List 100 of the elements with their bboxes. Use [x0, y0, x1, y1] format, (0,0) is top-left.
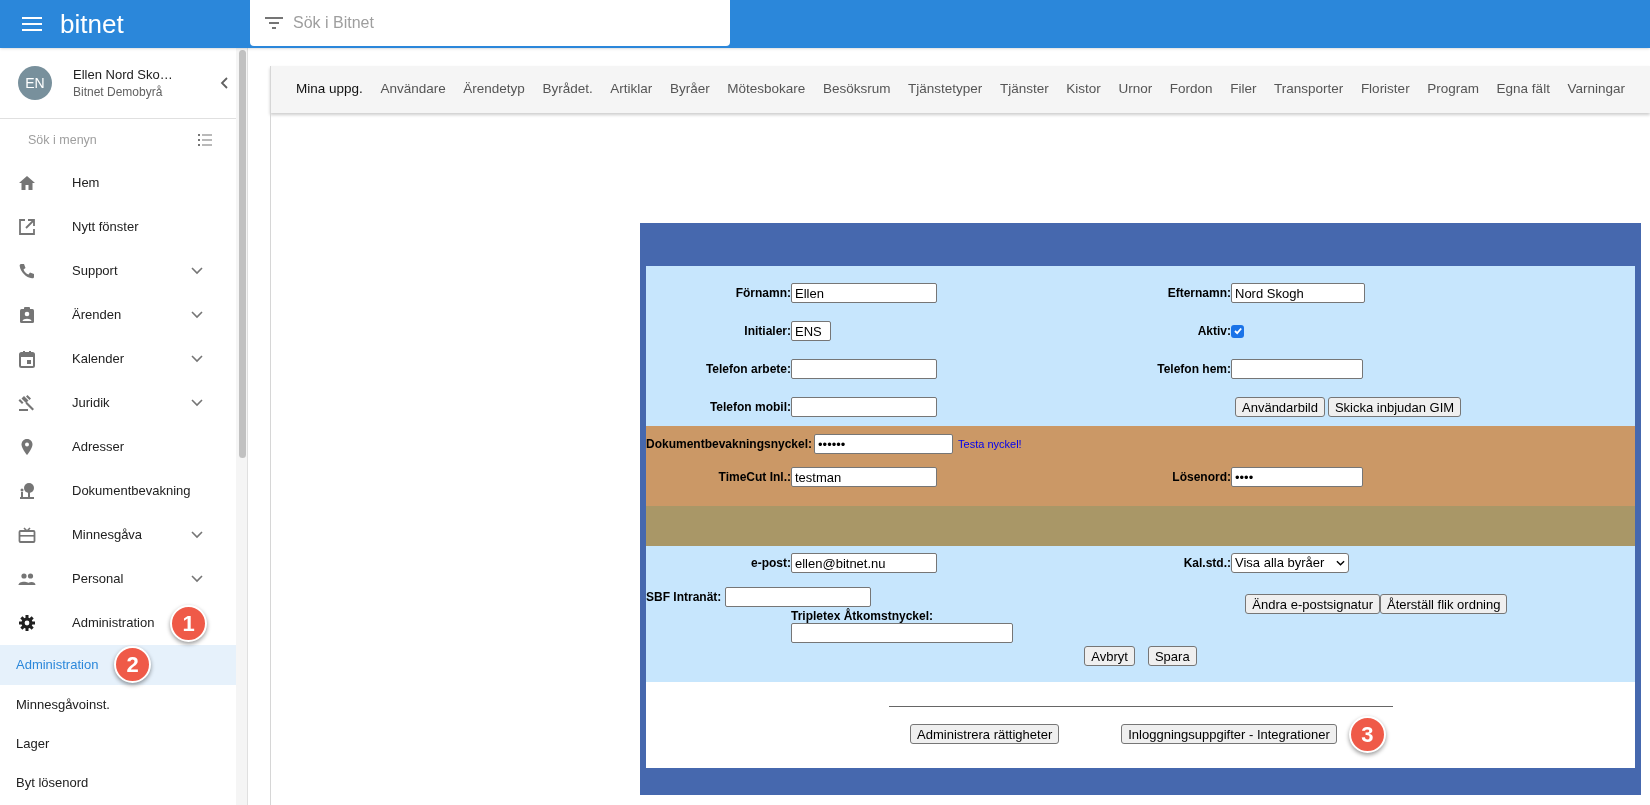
- callout-badge: 3: [1348, 716, 1386, 753]
- search-field[interactable]: Sök i Bitnet: [250, 0, 730, 46]
- form-button[interactable]: Användarbild: [1235, 397, 1325, 417]
- clipboard-person-icon: [18, 306, 36, 324]
- field-label: TimeCut Inl.:: [717, 469, 791, 486]
- calendar-icon: [18, 350, 36, 368]
- menu-item[interactable]: Support: [0, 249, 236, 293]
- tab[interactable]: Ärendetyp: [463, 79, 525, 100]
- text-field[interactable]: Nord Skogh: [1231, 283, 1365, 303]
- test-key-link[interactable]: Testa nyckel!: [958, 435, 1022, 453]
- tab[interactable]: Filer: [1230, 79, 1257, 100]
- text-field[interactable]: [725, 587, 872, 607]
- tree-icon: [18, 482, 36, 500]
- tab[interactable]: Transporter: [1274, 79, 1344, 100]
- gavel-icon: [18, 394, 36, 412]
- field-label: Förnamn:: [734, 285, 791, 302]
- field-label: Telefon mobil:: [708, 399, 791, 416]
- tab[interactable]: Varningar: [1567, 79, 1626, 100]
- form-button[interactable]: Ändra e-postsignatur: [1245, 594, 1381, 614]
- field-label: Aktiv:: [1196, 323, 1231, 340]
- menu-item[interactable]: Hem: [0, 161, 236, 205]
- field-label: Telefon hem:: [1156, 361, 1231, 378]
- menu-item[interactable]: Kalender: [0, 337, 236, 381]
- tab[interactable]: Byrådet.: [542, 79, 593, 100]
- field-label: Initialer:: [743, 323, 791, 340]
- callout-badge: 1: [170, 605, 207, 642]
- tab[interactable]: Urnor: [1118, 79, 1153, 100]
- callout-badge: 2: [114, 646, 151, 683]
- form-button[interactable]: Inloggningsuppgifter - Integrationer: [1121, 724, 1337, 744]
- menu-item[interactable]: Minnesgåva: [0, 513, 236, 557]
- home-icon: [18, 174, 36, 192]
- external-link-icon: [18, 218, 36, 236]
- chevron-down-icon[interactable]: [191, 531, 203, 539]
- phone-icon: [18, 262, 36, 280]
- tab[interactable]: Artiklar: [610, 79, 653, 100]
- form-button[interactable]: Administrera rättigheter: [910, 724, 1060, 744]
- password-field[interactable]: ••••: [1231, 467, 1363, 487]
- menu-search-field[interactable]: Sök i menyn: [28, 130, 168, 150]
- field-label: Kal.std.:: [1182, 555, 1231, 572]
- chevron-down-icon[interactable]: [191, 311, 203, 319]
- form-button[interactable]: Avbryt: [1084, 646, 1135, 666]
- field-label: e-post:: [750, 555, 791, 572]
- people-icon: [18, 570, 36, 588]
- text-field[interactable]: ENS: [791, 321, 831, 341]
- menu-item[interactable]: Dokumentbevakning: [0, 469, 236, 513]
- scrollbar-thumb[interactable]: [239, 50, 246, 458]
- submenu-item[interactable]: Minnesgåvoinst.: [0, 685, 236, 724]
- chevron-down-icon[interactable]: [191, 267, 203, 275]
- text-field[interactable]: [791, 397, 937, 417]
- user-name: Ellen Nord Sko…: [73, 66, 174, 84]
- form-button[interactable]: Återställ flik ordning: [1380, 594, 1508, 614]
- text-field[interactable]: ellen@bitnet.nu: [791, 553, 937, 573]
- tab[interactable]: Fordon: [1169, 79, 1213, 100]
- list-icon[interactable]: [198, 134, 212, 146]
- text-field[interactable]: [791, 359, 937, 379]
- menu-item[interactable]: Adresser: [0, 425, 236, 469]
- tab[interactable]: Mina uppg.: [296, 79, 363, 100]
- organization-name: Bitnet Demobyrå: [73, 84, 164, 100]
- field-label: Lösenord:: [1171, 469, 1231, 486]
- field-label: Dokumentbevakningsnyckel:: [646, 436, 813, 453]
- filter-icon: [265, 17, 283, 29]
- chevron-left-icon[interactable]: [220, 77, 228, 89]
- user-avatar: EN: [18, 66, 52, 100]
- menu-item[interactable]: Juridik: [0, 381, 236, 425]
- tab[interactable]: Byråer: [669, 79, 710, 100]
- menu-item[interactable]: Personal: [0, 557, 236, 601]
- menu-item[interactable]: Nytt fönster: [0, 205, 236, 249]
- text-field[interactable]: [1231, 359, 1363, 379]
- tab[interactable]: Program: [1427, 79, 1479, 100]
- app-title: bitnet: [60, 11, 124, 37]
- chevron-down-icon[interactable]: [191, 575, 203, 583]
- tab[interactable]: Florister: [1360, 79, 1410, 100]
- tab[interactable]: Besöksrum: [822, 79, 891, 100]
- tab[interactable]: Tjänstetyper: [908, 79, 983, 100]
- field-label: SBF Intranät:: [646, 589, 722, 606]
- form-button[interactable]: Spara: [1147, 646, 1197, 666]
- password-field[interactable]: ••••••: [814, 434, 954, 454]
- menu-icon[interactable]: [22, 16, 42, 32]
- menu-item[interactable]: Administration 1: [0, 601, 236, 645]
- tab[interactable]: Mötesbokare: [727, 79, 806, 100]
- chevron-down-icon[interactable]: [191, 355, 203, 363]
- gear-icon: [18, 614, 36, 632]
- field-label: Telefon arbete:: [704, 361, 791, 378]
- tab[interactable]: Användare: [380, 79, 446, 100]
- tab[interactable]: Egna fält: [1496, 79, 1550, 100]
- text-field[interactable]: [791, 623, 1013, 643]
- field-label: Tripletex Åtkomstnyckel:: [791, 609, 934, 623]
- text-field[interactable]: testman: [791, 467, 937, 487]
- submenu-item[interactable]: Byt lösenord: [0, 763, 236, 802]
- field-label: Efternamn:: [1166, 285, 1231, 302]
- submenu-item[interactable]: Lager: [0, 724, 236, 763]
- text-field[interactable]: Ellen: [791, 283, 937, 303]
- menu-item[interactable]: Ärenden: [0, 293, 236, 337]
- chevron-down-icon[interactable]: [191, 399, 203, 407]
- dropdown[interactable]: Visa alla byråer: [1231, 553, 1349, 573]
- tab[interactable]: Tjänster: [999, 79, 1049, 100]
- checkbox[interactable]: [1231, 324, 1244, 338]
- form-button[interactable]: Skicka inbjudan GIM: [1327, 397, 1462, 417]
- tab[interactable]: Kistor: [1066, 79, 1101, 100]
- chevron-down-icon: [1336, 560, 1345, 566]
